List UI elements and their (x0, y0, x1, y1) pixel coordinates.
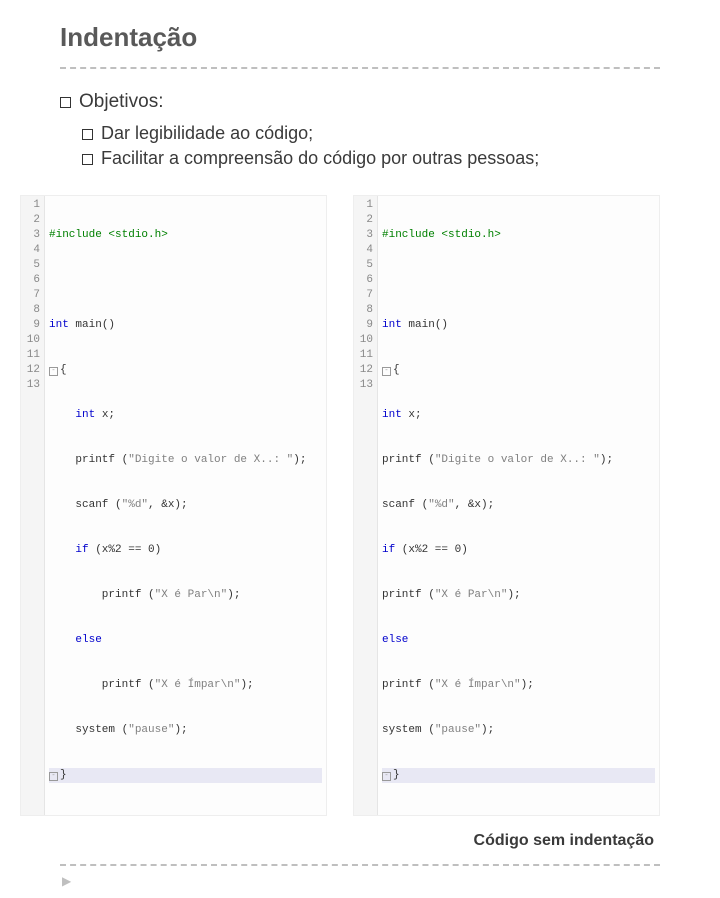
title-divider (60, 67, 660, 69)
bullet-level1: Objetivos: (60, 91, 660, 113)
line-number-gutter: 1 2 3 4 5 6 7 8 9 10 11 12 13 (21, 196, 45, 815)
code-pane-indented: 1 2 3 4 5 6 7 8 9 10 11 12 13 #include <… (20, 195, 327, 816)
footer-divider (60, 864, 660, 866)
code-caption: Código sem indentação (60, 832, 654, 850)
code-pane-unindented: 1 2 3 4 5 6 7 8 9 10 11 12 13 #include <… (353, 195, 660, 816)
code-comparison: 1 2 3 4 5 6 7 8 9 10 11 12 13 #include <… (20, 195, 660, 816)
footer-arrow-icon: ▶ (62, 874, 660, 888)
code-content-left: #include <stdio.h> int main() -{ int x; … (45, 196, 326, 815)
bullet-l2a-text: Dar legibilidade ao código; (101, 123, 313, 143)
page-title: Indentação (60, 22, 660, 53)
code-content-right: #include <stdio.h> int main() -{ int x; … (378, 196, 659, 815)
bullet-l1-text: Objetivos: (79, 91, 163, 112)
square-bullet-icon (60, 97, 71, 108)
square-bullet-icon (82, 154, 93, 165)
bullet-l2b-text: Facilitar a compreensão do código por ou… (101, 148, 539, 168)
line-number-gutter: 1 2 3 4 5 6 7 8 9 10 11 12 13 (354, 196, 378, 815)
square-bullet-icon (82, 129, 93, 140)
bullet-level2-a: Dar legibilidade ao código; (82, 123, 660, 144)
bullet-level2-b: Facilitar a compreensão do código por ou… (82, 148, 660, 169)
